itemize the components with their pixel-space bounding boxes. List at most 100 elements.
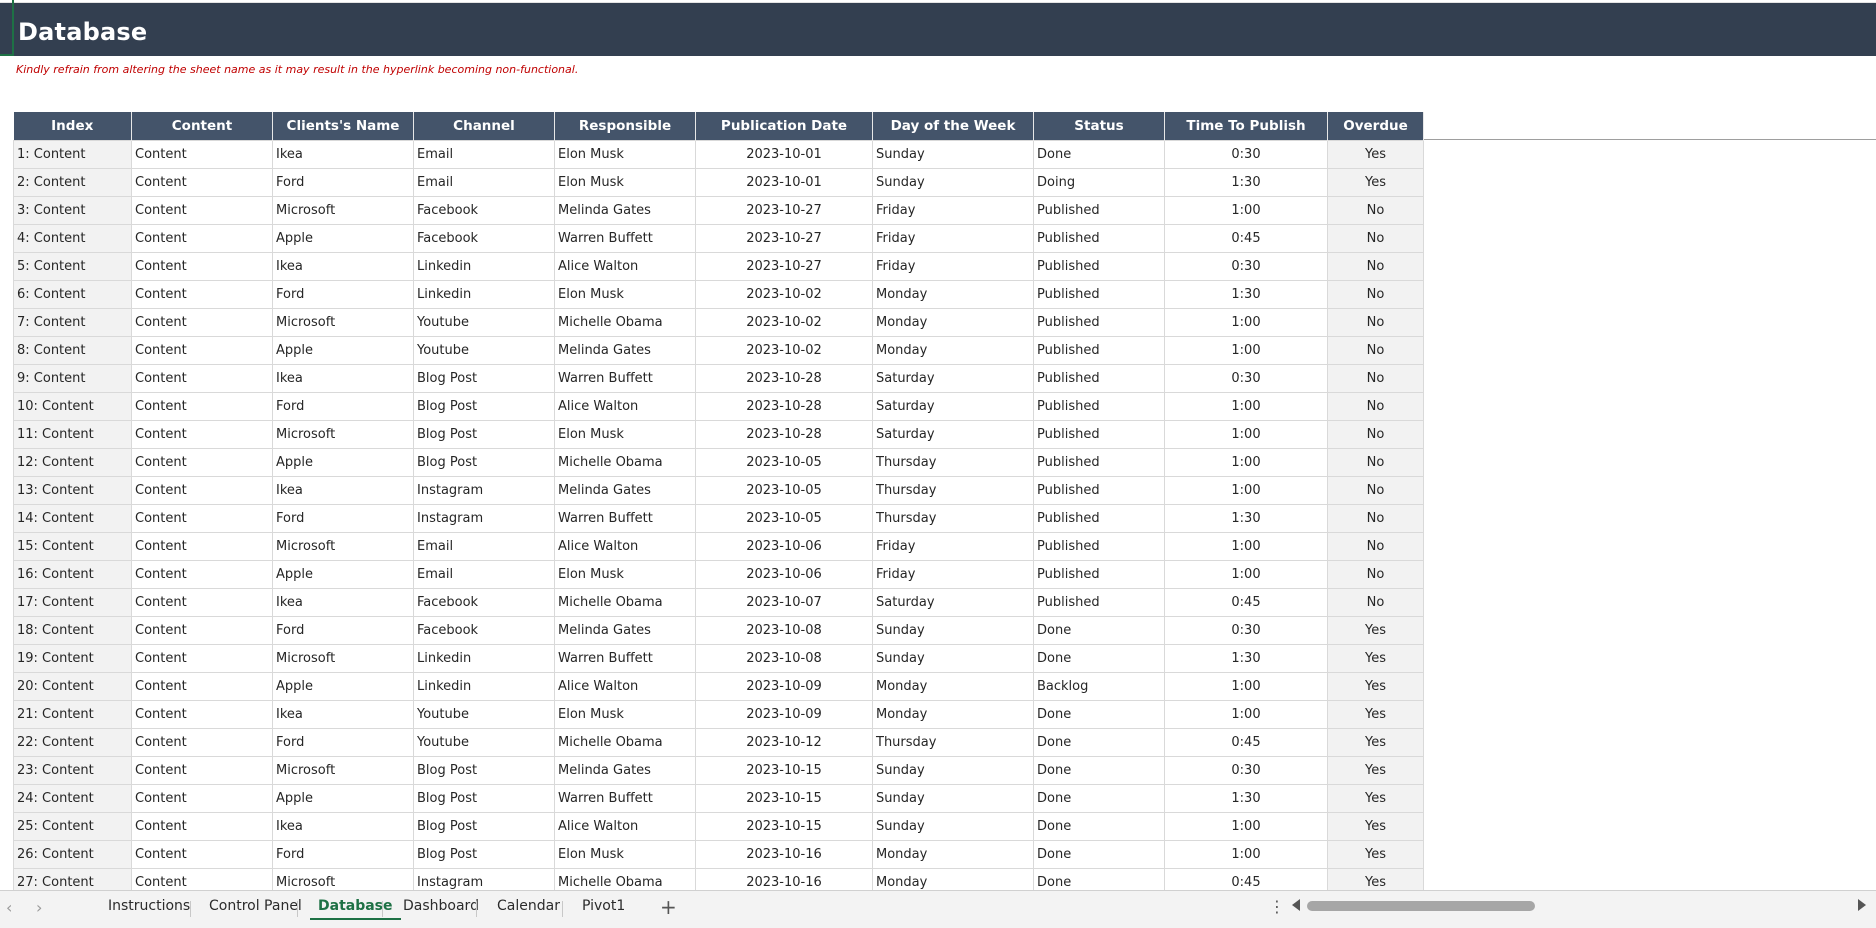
table-cell[interactable]: Michelle Obama bbox=[554, 307, 696, 337]
table-cell[interactable]: 7: Content bbox=[13, 307, 132, 337]
table-cell[interactable]: Content bbox=[131, 447, 273, 477]
table-cell[interactable]: Melinda Gates bbox=[554, 615, 696, 645]
table-cell[interactable]: Content bbox=[131, 363, 273, 393]
column-header[interactable]: Publication Date bbox=[695, 112, 873, 140]
table-cell[interactable]: Ford bbox=[272, 391, 414, 421]
table-cell[interactable]: Thursday bbox=[872, 503, 1034, 533]
table-cell[interactable]: 2023-10-27 bbox=[695, 223, 873, 253]
table-cell[interactable]: Yes bbox=[1327, 699, 1424, 729]
table-cell[interactable]: Content bbox=[131, 279, 273, 309]
table-cell[interactable]: 2023-10-09 bbox=[695, 671, 873, 701]
table-cell[interactable]: Linkedin bbox=[413, 251, 555, 281]
table-cell[interactable]: Yes bbox=[1327, 839, 1424, 869]
table-cell[interactable]: 2023-10-15 bbox=[695, 783, 873, 813]
table-cell[interactable]: Done bbox=[1033, 839, 1165, 869]
table-cell[interactable]: Blog Post bbox=[413, 363, 555, 393]
table-cell[interactable]: Elon Musk bbox=[554, 699, 696, 729]
table-cell[interactable]: 1:00 bbox=[1164, 307, 1328, 337]
table-cell[interactable]: No bbox=[1327, 195, 1424, 225]
table-cell[interactable]: 1:30 bbox=[1164, 643, 1328, 673]
table-cell[interactable]: Elon Musk bbox=[554, 139, 696, 169]
table-cell[interactable]: 23: Content bbox=[13, 755, 132, 785]
table-cell[interactable]: Elon Musk bbox=[554, 559, 696, 589]
table-cell[interactable]: 14: Content bbox=[13, 503, 132, 533]
table-cell[interactable]: Content bbox=[131, 223, 273, 253]
table-cell[interactable]: 10: Content bbox=[13, 391, 132, 421]
table-cell[interactable]: Blog Post bbox=[413, 783, 555, 813]
table-cell[interactable]: Published bbox=[1033, 195, 1165, 225]
table-cell[interactable]: Sunday bbox=[872, 167, 1034, 197]
scroll-right-icon[interactable] bbox=[1858, 899, 1866, 911]
table-cell[interactable]: Email bbox=[413, 531, 555, 561]
table-cell[interactable]: 1:00 bbox=[1164, 391, 1328, 421]
table-cell[interactable]: Alice Walton bbox=[554, 391, 696, 421]
table-cell[interactable]: 1:00 bbox=[1164, 671, 1328, 701]
table-cell[interactable]: Alice Walton bbox=[554, 671, 696, 701]
table-cell[interactable]: Content bbox=[131, 475, 273, 505]
table-cell[interactable]: No bbox=[1327, 559, 1424, 589]
column-header[interactable]: Responsible bbox=[554, 112, 696, 140]
table-cell[interactable]: Published bbox=[1033, 475, 1165, 505]
table-cell[interactable]: Content bbox=[131, 531, 273, 561]
table-cell[interactable]: Linkedin bbox=[413, 279, 555, 309]
table-cell[interactable]: 2: Content bbox=[13, 167, 132, 197]
table-cell[interactable]: 1:30 bbox=[1164, 503, 1328, 533]
table-cell[interactable]: 1:30 bbox=[1164, 167, 1328, 197]
table-cell[interactable]: Yes bbox=[1327, 727, 1424, 757]
table-cell[interactable]: Alice Walton bbox=[554, 811, 696, 841]
table-cell[interactable]: No bbox=[1327, 251, 1424, 281]
table-cell[interactable]: 2023-10-01 bbox=[695, 167, 873, 197]
table-cell[interactable]: Email bbox=[413, 167, 555, 197]
table-cell[interactable]: 2023-10-06 bbox=[695, 559, 873, 589]
table-cell[interactable]: Microsoft bbox=[272, 307, 414, 337]
table-cell[interactable]: 2023-10-08 bbox=[695, 615, 873, 645]
table-cell[interactable]: 2023-10-08 bbox=[695, 643, 873, 673]
table-cell[interactable]: Alice Walton bbox=[554, 531, 696, 561]
table-cell[interactable]: Email bbox=[413, 559, 555, 589]
sheet-tab[interactable]: Database bbox=[310, 898, 401, 920]
table-cell[interactable]: Content bbox=[131, 839, 273, 869]
table-cell[interactable]: No bbox=[1327, 335, 1424, 365]
sheet-tab[interactable]: Pivot1 bbox=[574, 898, 633, 920]
table-cell[interactable]: Linkedin bbox=[413, 671, 555, 701]
more-options-icon[interactable]: ⋮ bbox=[1269, 897, 1285, 916]
table-cell[interactable]: Ford bbox=[272, 503, 414, 533]
table-cell[interactable]: Facebook bbox=[413, 195, 555, 225]
table-cell[interactable]: 0:30 bbox=[1164, 615, 1328, 645]
table-cell[interactable]: Microsoft bbox=[272, 643, 414, 673]
table-cell[interactable]: Yes bbox=[1327, 643, 1424, 673]
table-cell[interactable]: 0:30 bbox=[1164, 139, 1328, 169]
table-cell[interactable]: Ikea bbox=[272, 475, 414, 505]
table-cell[interactable]: 2023-10-02 bbox=[695, 307, 873, 337]
table-cell[interactable]: 2023-10-12 bbox=[695, 727, 873, 757]
table-cell[interactable]: Monday bbox=[872, 699, 1034, 729]
table-cell[interactable]: 2023-10-06 bbox=[695, 531, 873, 561]
table-cell[interactable]: Warren Buffett bbox=[554, 223, 696, 253]
table-cell[interactable]: Apple bbox=[272, 671, 414, 701]
table-cell[interactable]: Microsoft bbox=[272, 531, 414, 561]
table-cell[interactable]: Ford bbox=[272, 727, 414, 757]
table-cell[interactable]: Ikea bbox=[272, 699, 414, 729]
table-cell[interactable]: Published bbox=[1033, 251, 1165, 281]
table-cell[interactable]: 2023-10-15 bbox=[695, 811, 873, 841]
table-cell[interactable]: Yes bbox=[1327, 671, 1424, 701]
table-cell[interactable]: Warren Buffett bbox=[554, 643, 696, 673]
table-cell[interactable]: 1:00 bbox=[1164, 335, 1328, 365]
table-cell[interactable]: Content bbox=[131, 503, 273, 533]
table-cell[interactable]: 1: Content bbox=[13, 139, 132, 169]
column-header[interactable]: Day of the Week bbox=[872, 112, 1034, 140]
table-cell[interactable]: Monday bbox=[872, 279, 1034, 309]
table-cell[interactable]: Monday bbox=[872, 335, 1034, 365]
table-cell[interactable]: 27: Content bbox=[13, 867, 132, 890]
table-cell[interactable]: Warren Buffett bbox=[554, 363, 696, 393]
table-cell[interactable]: Friday bbox=[872, 223, 1034, 253]
table-cell[interactable]: Facebook bbox=[413, 223, 555, 253]
table-cell[interactable]: Content bbox=[131, 391, 273, 421]
column-header[interactable]: Channel bbox=[413, 112, 555, 140]
table-cell[interactable]: Warren Buffett bbox=[554, 503, 696, 533]
table-cell[interactable]: Yes bbox=[1327, 139, 1424, 169]
table-cell[interactable]: Yes bbox=[1327, 615, 1424, 645]
table-cell[interactable]: 2023-10-01 bbox=[695, 139, 873, 169]
table-cell[interactable]: Sunday bbox=[872, 811, 1034, 841]
table-cell[interactable]: Published bbox=[1033, 363, 1165, 393]
